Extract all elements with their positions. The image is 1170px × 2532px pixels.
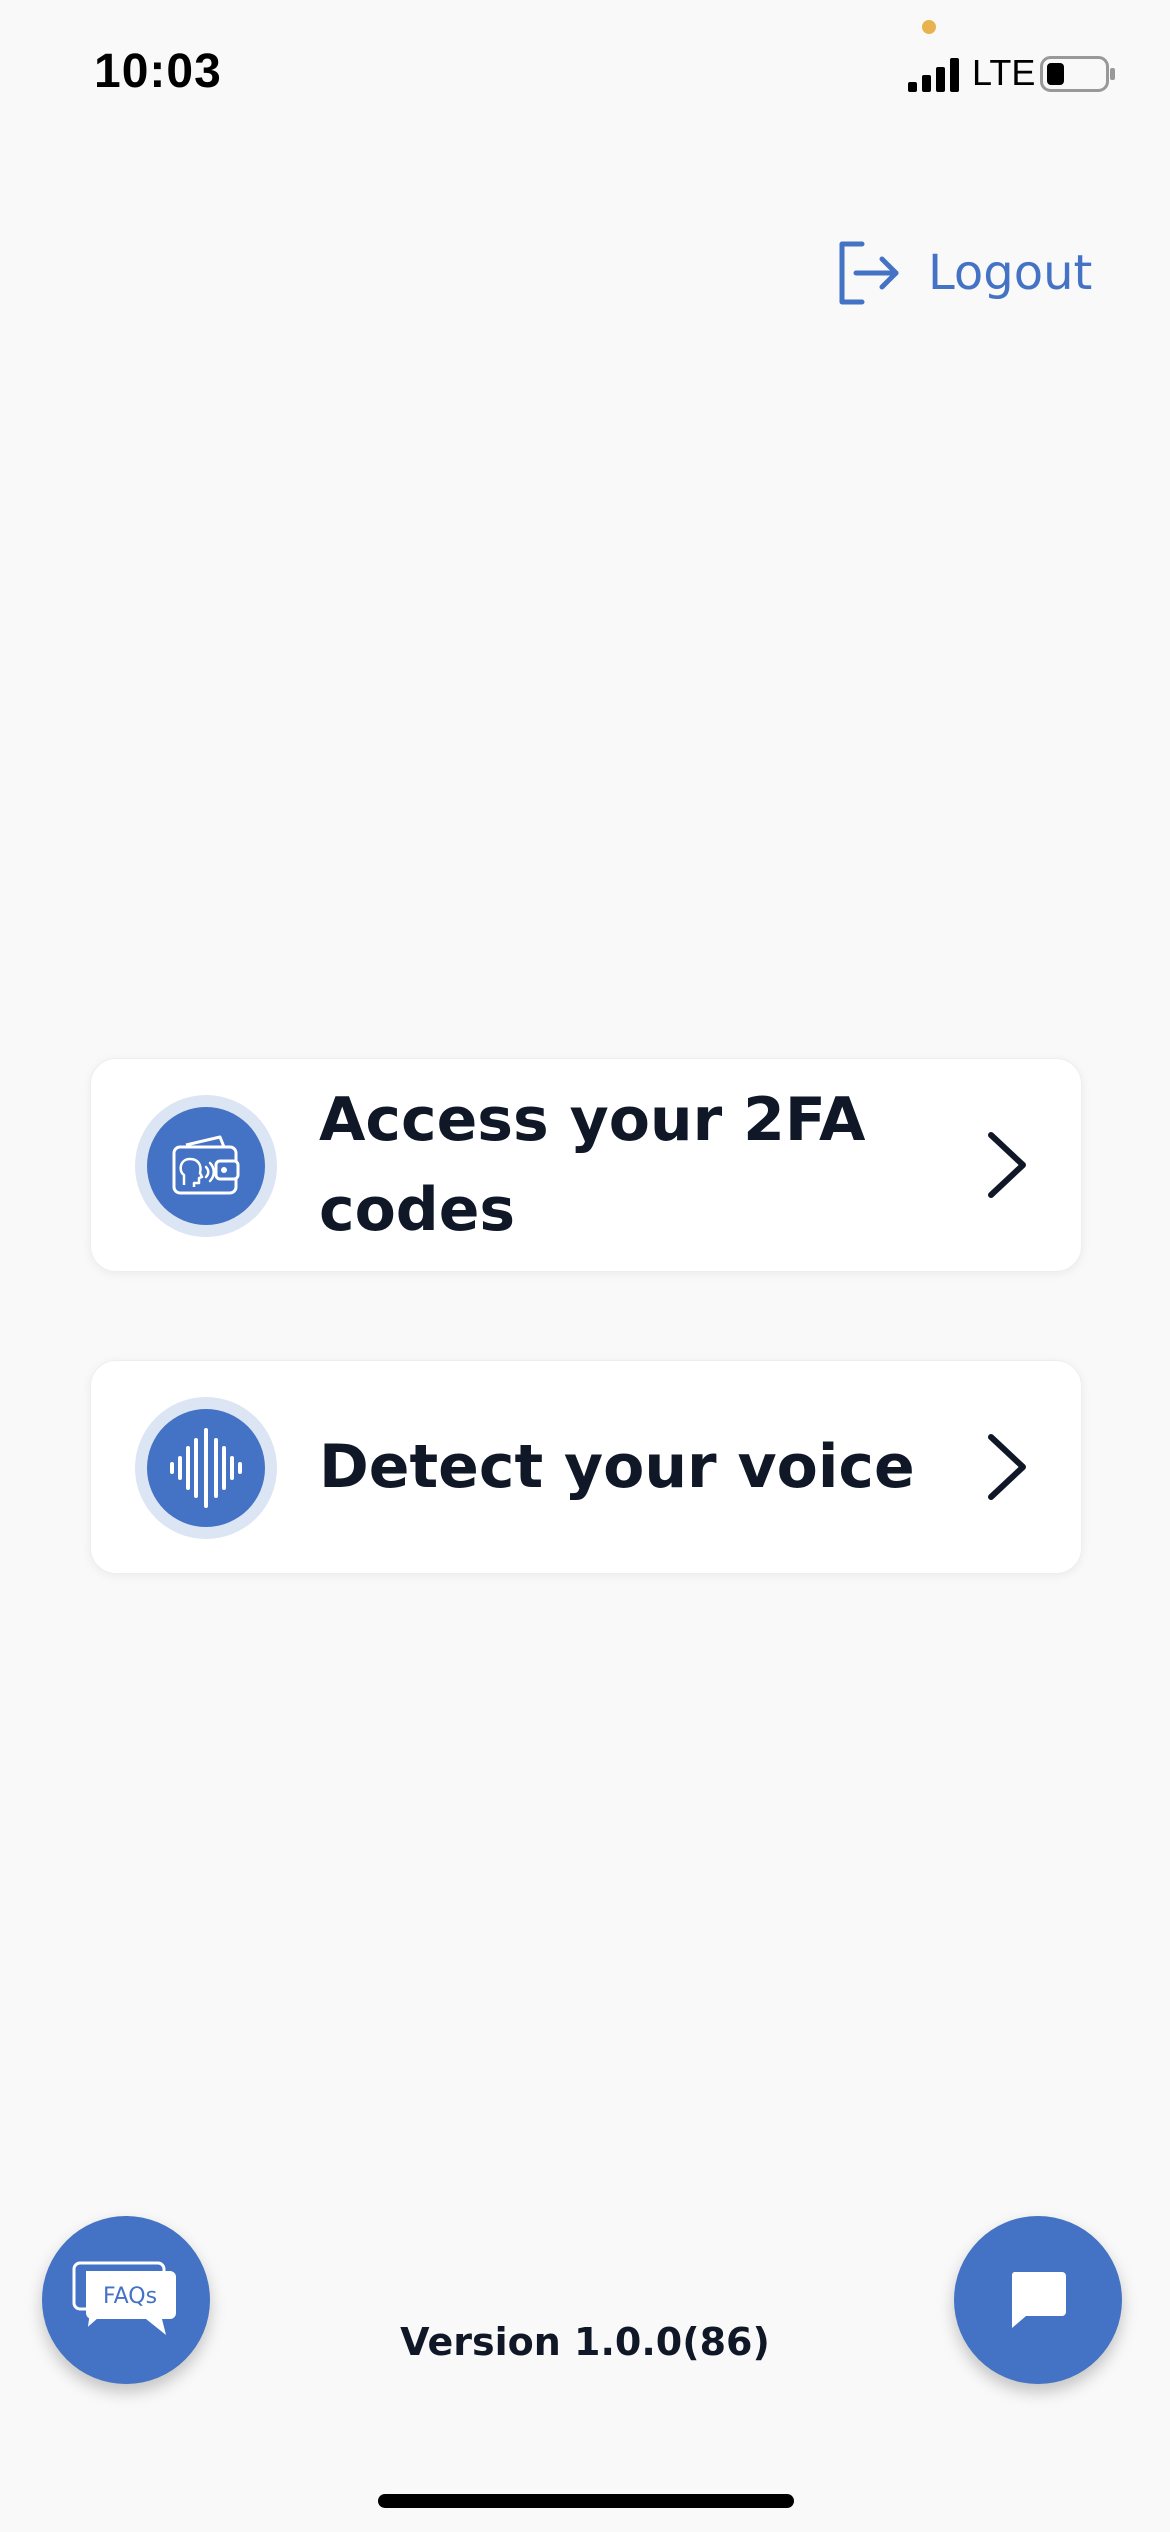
card-icon-badge (135, 1397, 277, 1539)
card-icon-badge (135, 1095, 277, 1237)
access-2fa-codes-card[interactable]: Access your 2FA codes (90, 1058, 1082, 1272)
wallet-voice-icon (172, 1135, 240, 1195)
status-time: 10:03 (94, 45, 222, 98)
logout-icon (839, 241, 899, 305)
chevron-right-icon (988, 1132, 1026, 1198)
card-label: Access your 2FA codes (319, 1085, 866, 1245)
detect-voice-card[interactable]: Detect your voice (90, 1360, 1082, 1574)
signal-icon (908, 58, 959, 92)
battery-icon (1040, 56, 1115, 92)
chevron-right-icon (988, 1434, 1026, 1500)
sound-wave-icon (170, 1428, 242, 1508)
network-type: LTE (972, 52, 1036, 93)
svg-text:FAQs: FAQs (103, 2284, 157, 2309)
chat-bubble-icon (1011, 2272, 1066, 2328)
chat-button[interactable] (954, 2216, 1122, 2384)
status-bar: 10:03 LTE (0, 0, 1170, 150)
privacy-indicator-dot (922, 20, 936, 34)
logout-label: Logout (928, 245, 1093, 301)
home-indicator[interactable] (378, 2494, 794, 2508)
logout-button[interactable]: Logout (836, 236, 1092, 310)
card-label: Detect your voice (319, 1432, 915, 1502)
